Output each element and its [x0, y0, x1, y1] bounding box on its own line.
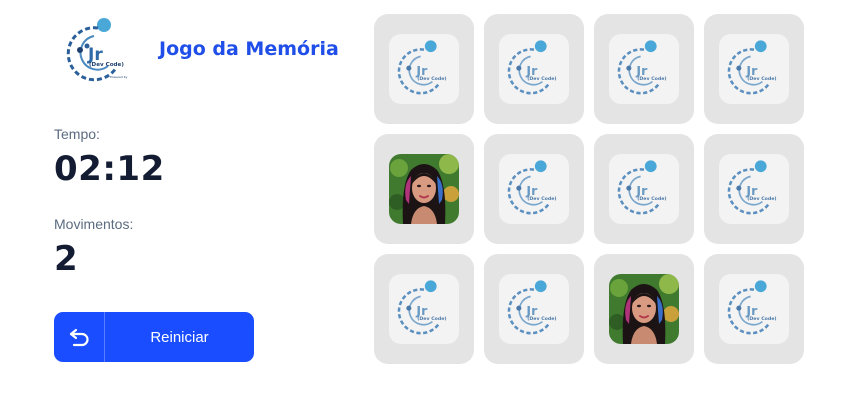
card-back-logo-icon: Jr (Dev Code)	[389, 274, 459, 344]
svg-text:Jr: Jr	[525, 63, 538, 78]
svg-text:(Dev Code): (Dev Code)	[747, 196, 776, 202]
portrait-card-face	[389, 154, 459, 224]
memory-card[interactable]	[594, 254, 694, 364]
memory-card[interactable]: Jr (Dev Code)	[484, 134, 584, 244]
svg-text:Powered by: Powered by	[110, 75, 128, 79]
undo-icon	[69, 328, 89, 347]
moves-value: 2	[54, 239, 79, 279]
svg-text:Jr: Jr	[415, 303, 428, 318]
card-back-logo-icon: Jr (Dev Code)	[499, 274, 569, 344]
page-title: Jogo da Memória	[159, 38, 339, 60]
svg-text:(Dev Code): (Dev Code)	[637, 196, 666, 202]
svg-text:(Dev Code): (Dev Code)	[527, 76, 556, 82]
card-back-logo-icon: Jr (Dev Code)	[719, 34, 789, 104]
svg-text:(Dev Code): (Dev Code)	[637, 76, 666, 82]
memory-card[interactable]: Jr (Dev Code)	[484, 254, 584, 364]
moves-label: Movimentos:	[54, 216, 134, 232]
restart-label: Reiniciar	[150, 328, 209, 346]
memory-card[interactable]: Jr (Dev Code)	[374, 14, 474, 124]
svg-text:(Dev Code): (Dev Code)	[417, 316, 446, 322]
card-back-logo-icon: Jr (Dev Code)	[719, 154, 789, 224]
svg-text:Jr: Jr	[525, 303, 538, 318]
brand-logo: Jr (Dev Code) Powered by	[60, 16, 136, 86]
time-label: Tempo:	[54, 126, 100, 142]
svg-text:Jr: Jr	[635, 183, 648, 198]
jr-dev-code-logo-icon: Jr (Dev Code) Powered by	[66, 18, 128, 82]
card-back-logo-icon: Jr (Dev Code)	[499, 34, 569, 104]
svg-text:(Dev Code): (Dev Code)	[89, 62, 124, 68]
card-back-logo-icon: Jr (Dev Code)	[389, 34, 459, 104]
memory-card[interactable]: Jr (Dev Code)	[704, 14, 804, 124]
card-back-logo-icon: Jr (Dev Code)	[609, 34, 679, 104]
svg-text:Jr: Jr	[415, 63, 428, 78]
svg-text:Jr: Jr	[745, 183, 758, 198]
sidebar: Jr (Dev Code) Powered by Jogo da Memória…	[54, 0, 344, 401]
svg-text:(Dev Code): (Dev Code)	[527, 196, 556, 202]
svg-text:(Dev Code): (Dev Code)	[417, 76, 446, 82]
card-back-logo-icon: Jr (Dev Code)	[609, 154, 679, 224]
svg-text:Jr: Jr	[525, 183, 538, 198]
memory-card[interactable]: Jr (Dev Code)	[594, 134, 694, 244]
time-value: 02:12	[54, 149, 165, 189]
memory-card[interactable]: Jr (Dev Code)	[704, 134, 804, 244]
svg-text:(Dev Code): (Dev Code)	[527, 316, 556, 322]
memory-card[interactable]	[374, 134, 474, 244]
svg-text:(Dev Code): (Dev Code)	[747, 316, 776, 322]
svg-text:Jr: Jr	[745, 303, 758, 318]
card-back-logo-icon: Jr (Dev Code)	[719, 274, 789, 344]
memory-card[interactable]: Jr (Dev Code)	[484, 14, 584, 124]
memory-board: Jr (Dev Code) Jr (Dev Code) Jr (Dev Code…	[374, 14, 804, 364]
card-back-logo-icon: Jr (Dev Code)	[499, 154, 569, 224]
restart-button[interactable]: Reiniciar	[54, 312, 254, 362]
memory-card[interactable]: Jr (Dev Code)	[594, 14, 694, 124]
svg-text:Jr: Jr	[635, 63, 648, 78]
memory-card[interactable]: Jr (Dev Code)	[704, 254, 804, 364]
svg-text:Jr: Jr	[745, 63, 758, 78]
svg-text:(Dev Code): (Dev Code)	[747, 76, 776, 82]
memory-card[interactable]: Jr (Dev Code)	[374, 254, 474, 364]
portrait-card-face	[609, 274, 679, 344]
restart-icon-wrap	[54, 312, 105, 362]
